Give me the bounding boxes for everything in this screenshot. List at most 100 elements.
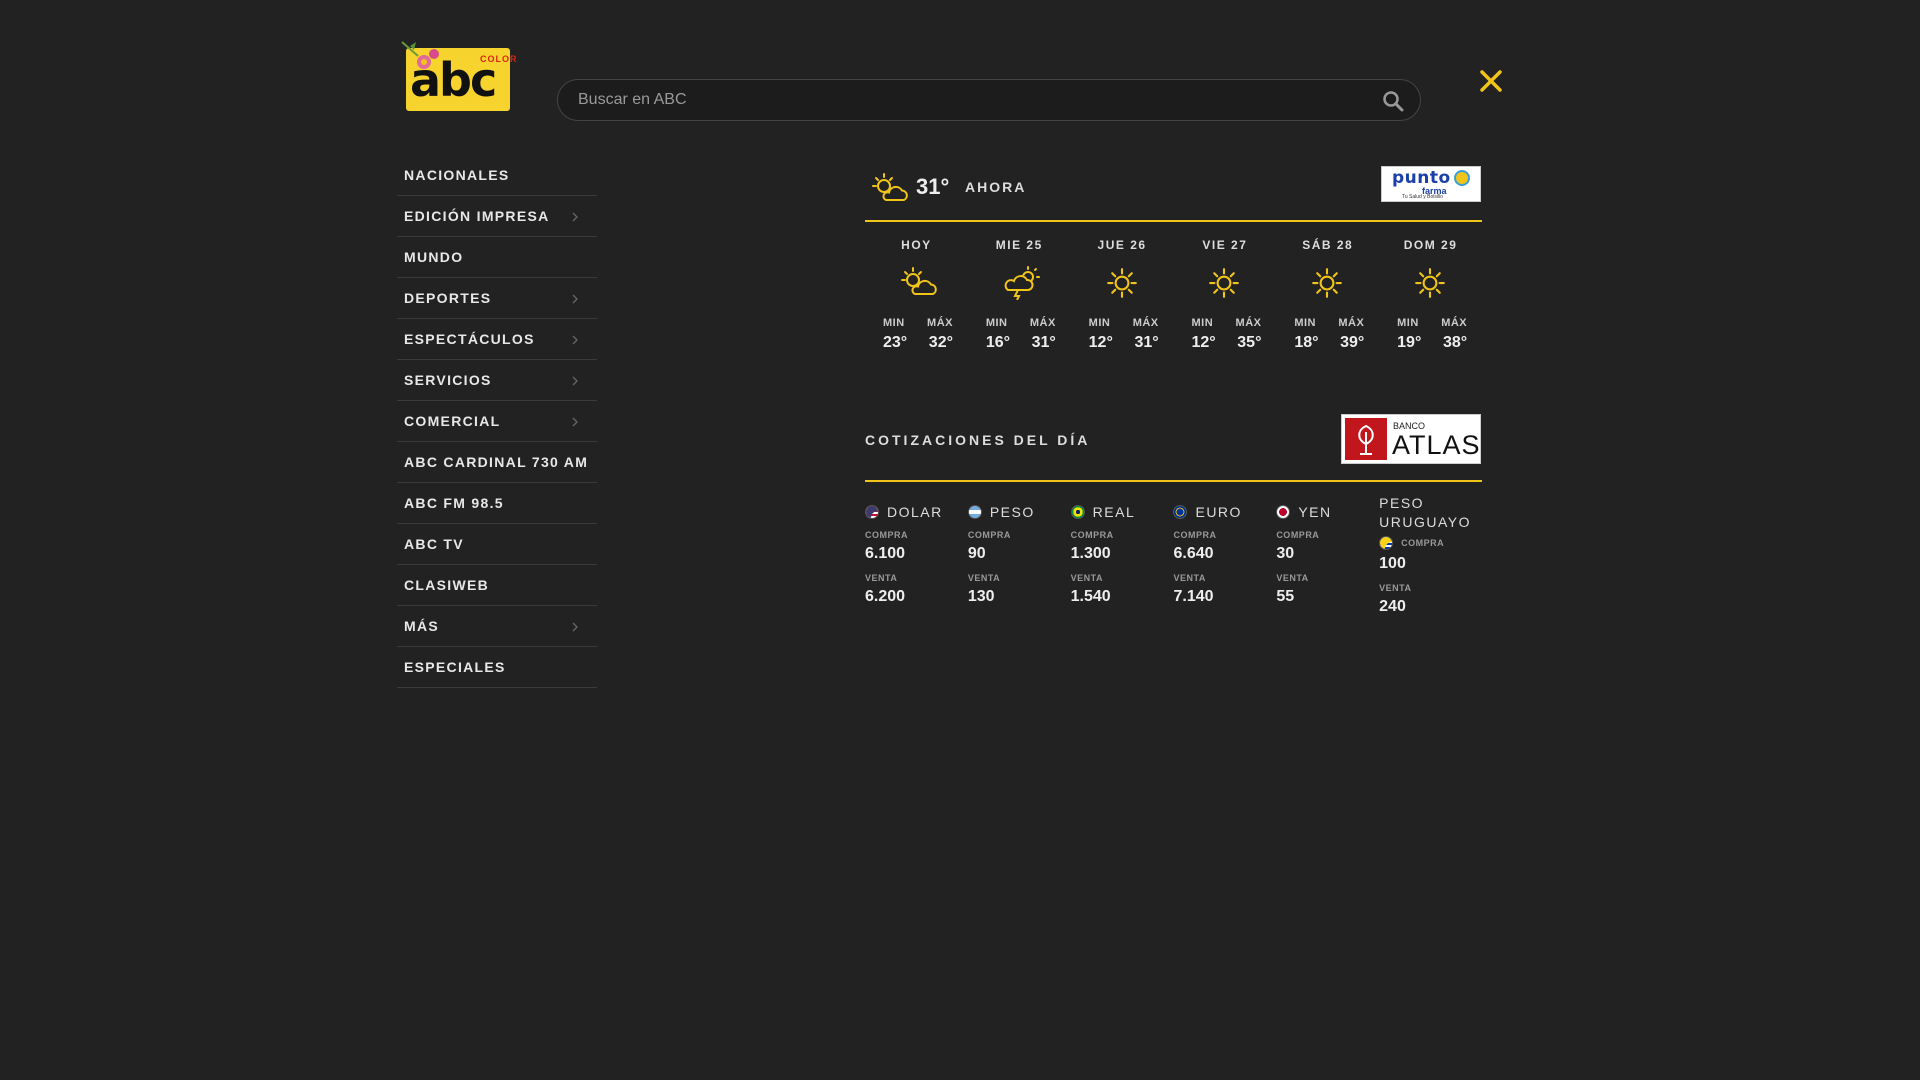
min-label: MIN bbox=[883, 317, 905, 329]
nav-item[interactable]: ESPECIALES bbox=[397, 647, 597, 688]
sell-value: 7.140 bbox=[1173, 588, 1214, 605]
buy-value: 30 bbox=[1276, 545, 1295, 562]
ar-flag-icon bbox=[967, 505, 982, 519]
min-max-values: 23° 32° bbox=[883, 334, 953, 352]
currency-header: REAL bbox=[1070, 504, 1174, 520]
min-temp: 18° bbox=[1294, 334, 1319, 351]
day-name: VIE 27 bbox=[1202, 238, 1248, 252]
chevron-right-icon[interactable] bbox=[571, 417, 579, 427]
chevron-right-icon[interactable] bbox=[571, 622, 579, 632]
nav-item[interactable]: COMERCIAL bbox=[397, 401, 597, 442]
currency-item: YEN COMPRA 30 VENTA 55 bbox=[1276, 504, 1379, 634]
current-label: AHORA bbox=[965, 179, 1027, 195]
nav-item-label: ABC TV bbox=[404, 536, 464, 552]
buy-label: COMPRA bbox=[1276, 530, 1320, 540]
currency-name: DOLAR bbox=[887, 504, 943, 520]
min-max-labels: MIN MÁX bbox=[1191, 317, 1261, 329]
nav-item-label: MUNDO bbox=[404, 249, 464, 265]
min-temp: 12° bbox=[1088, 334, 1113, 351]
nav-item-label: ABC FM 98.5 bbox=[404, 495, 504, 511]
currency-name: YEN bbox=[1298, 504, 1332, 520]
currency-name: PESO URUGUAYO bbox=[1379, 495, 1471, 530]
current-temperature: 31° bbox=[916, 174, 950, 199]
currency-item: DOLAR COMPRA 6.100 VENTA 6.200 bbox=[865, 504, 968, 634]
min-max-values: 12° 35° bbox=[1191, 334, 1261, 352]
nav-item-label: ESPECIALES bbox=[404, 659, 506, 675]
forecast-day: JUE 26 MIN MÁX 12° 31° bbox=[1071, 238, 1174, 368]
nav-item[interactable]: DEPORTES bbox=[397, 278, 597, 319]
buy-label: COMPRA bbox=[865, 530, 908, 540]
chevron-right-icon[interactable] bbox=[571, 335, 579, 345]
currency-item: PESO URUGUAYO COMPRA 100 VENTA 240 bbox=[1379, 495, 1482, 634]
exchange-title: COTIZACIONES DEL DÍA bbox=[865, 432, 1091, 448]
nav-item[interactable]: EDICIÓN IMPRESA bbox=[397, 196, 597, 237]
sponsor-line2: ATLAS bbox=[1392, 430, 1481, 460]
forecast-day: SÁB 28 MIN MÁX 18° 39° bbox=[1276, 238, 1379, 368]
sponsor-name: punto bbox=[1392, 168, 1451, 188]
nav-item[interactable]: ABC FM 98.5 bbox=[397, 483, 597, 524]
day-name: SÁB 28 bbox=[1302, 238, 1354, 252]
max-temp: 39° bbox=[1340, 334, 1365, 351]
current-weather: 31° AHORA punto farma Tu Salud y Bolsill… bbox=[865, 160, 1482, 222]
nav-item-label: ABC CARDINAL 730 AM bbox=[404, 454, 589, 470]
globe-icon bbox=[1454, 170, 1470, 186]
buy-label: COMPRA bbox=[1070, 530, 1114, 540]
search-icon[interactable] bbox=[1382, 90, 1404, 112]
sun-icon bbox=[1105, 266, 1139, 305]
jp-flag-icon bbox=[1276, 505, 1291, 519]
forecast-day: MIE 25 MIN MÁX 16° 31° bbox=[968, 238, 1071, 368]
sell-value: 55 bbox=[1276, 588, 1295, 605]
chevron-right-icon[interactable] bbox=[571, 212, 579, 222]
buy-label: COMPRA bbox=[1173, 530, 1217, 540]
buy-row: COMPRA bbox=[1379, 536, 1482, 550]
min-temp: 23° bbox=[883, 334, 908, 351]
currency-item: REAL COMPRA 1.300 VENTA 1.540 bbox=[1070, 504, 1174, 634]
max-label: MÁX bbox=[1132, 317, 1159, 329]
nav-item[interactable]: ESPECTÁCULOS bbox=[397, 319, 597, 360]
max-label: MÁX bbox=[1235, 317, 1262, 329]
close-icon[interactable] bbox=[1476, 66, 1506, 96]
min-max-values: 12° 31° bbox=[1089, 334, 1159, 352]
br-flag-icon bbox=[1070, 505, 1085, 519]
exchange-sponsor-logo[interactable]: BANCO ATLAS bbox=[1341, 414, 1481, 464]
currency-header: YEN bbox=[1276, 504, 1379, 520]
nav-item[interactable]: MÁS bbox=[397, 606, 597, 647]
sun-icon bbox=[1207, 266, 1241, 305]
min-label: MIN bbox=[1191, 317, 1214, 329]
buy-value: 6.100 bbox=[865, 545, 906, 562]
nav-item[interactable]: NACIONALES bbox=[397, 155, 597, 196]
day-name: MIE 25 bbox=[995, 238, 1043, 252]
sponsor-tagline: Tu Salud y Bolsillo bbox=[1402, 194, 1443, 200]
eu-flag-icon bbox=[1173, 505, 1188, 519]
chevron-right-icon[interactable] bbox=[571, 294, 579, 304]
buy-value: 90 bbox=[967, 545, 986, 562]
max-label: MÁX bbox=[1338, 317, 1365, 329]
nav-item[interactable]: SERVICIOS bbox=[397, 360, 597, 401]
forecast-day: DOM 29 MIN MÁX 19° 38° bbox=[1379, 238, 1482, 368]
atlas-emblem-icon bbox=[1345, 418, 1387, 460]
chevron-right-icon[interactable] bbox=[571, 376, 579, 386]
nav-item[interactable]: ABC CARDINAL 730 AM bbox=[397, 442, 597, 483]
exchange-widget: COTIZACIONES DEL DÍA BANCO ATLAS DOLAR C… bbox=[865, 414, 1482, 634]
buy-value: 100 bbox=[1379, 555, 1406, 572]
nav-item[interactable]: CLASIWEB bbox=[397, 565, 597, 606]
search-input[interactable] bbox=[578, 80, 1358, 120]
weather-sponsor-logo[interactable]: punto farma Tu Salud y Bolsillo bbox=[1381, 166, 1481, 202]
sun-icon bbox=[1413, 266, 1447, 305]
forecast-day: HOY MIN MÁX 23° 32° bbox=[865, 238, 968, 368]
currency-item: EURO COMPRA 6.640 VENTA 7.140 bbox=[1173, 504, 1276, 634]
currency-name: EURO bbox=[1195, 504, 1242, 520]
abc-logo[interactable]: abc COLOR bbox=[400, 40, 517, 112]
nav-item[interactable]: ABC TV bbox=[397, 524, 597, 565]
buy-value: 1.300 bbox=[1070, 545, 1111, 562]
nav-item-label: ESPECTÁCULOS bbox=[404, 331, 535, 347]
nav-item-label: DEPORTES bbox=[404, 290, 492, 306]
search-bar bbox=[557, 79, 1421, 121]
min-max-values: 19° 38° bbox=[1397, 334, 1467, 352]
buy-label: COMPRA bbox=[967, 530, 1011, 540]
nav-item[interactable]: MUNDO bbox=[397, 237, 597, 278]
sell-label: VENTA bbox=[865, 573, 898, 583]
uy-flag-icon bbox=[1379, 536, 1394, 550]
day-name: JUE 26 bbox=[1097, 238, 1147, 252]
nav-item-label: MÁS bbox=[404, 618, 440, 634]
